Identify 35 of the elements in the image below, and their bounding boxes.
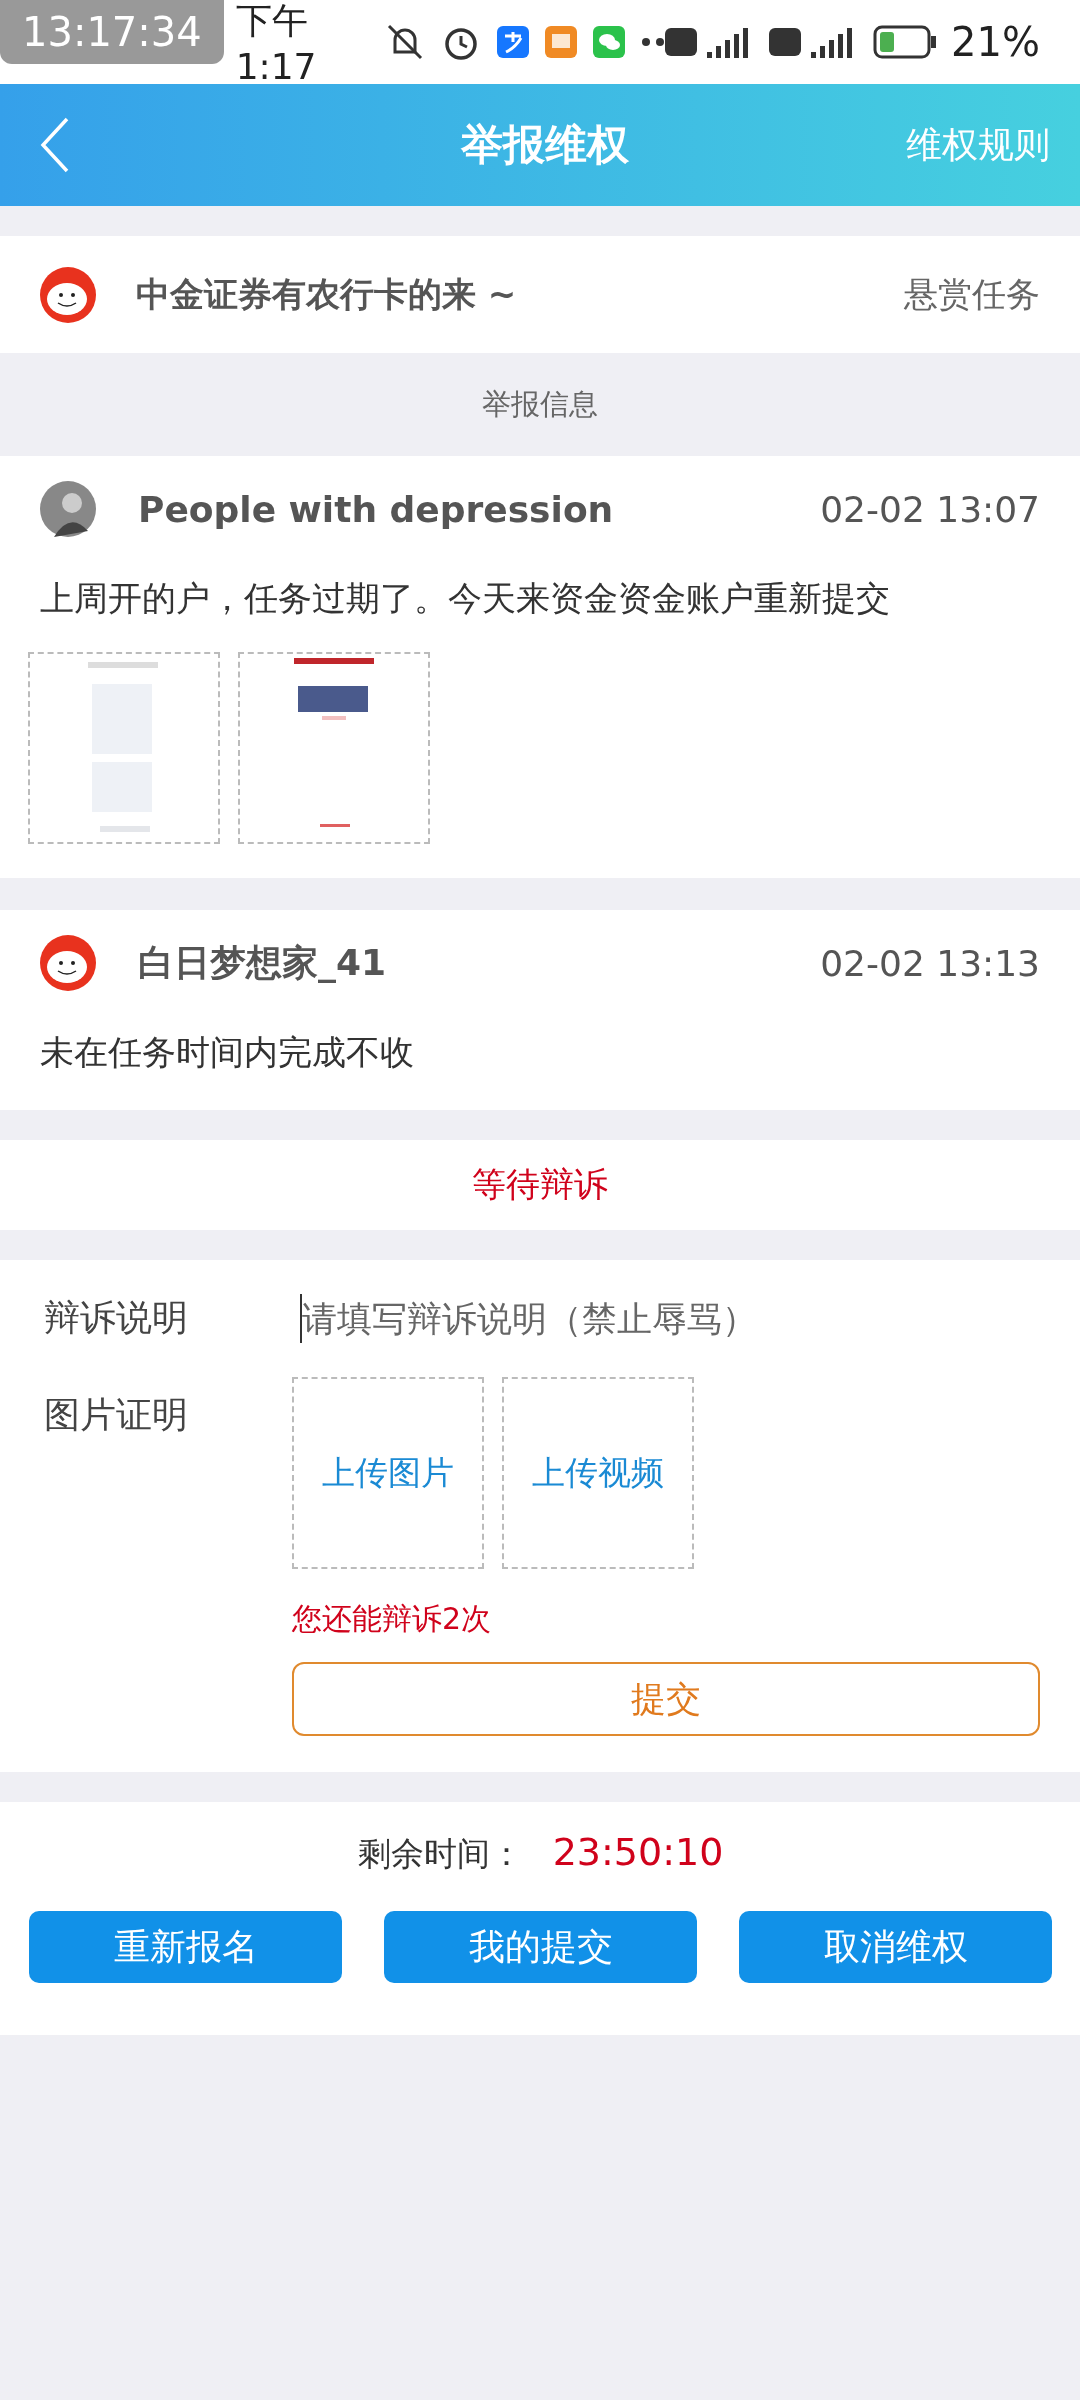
author-name: People with depression — [138, 488, 614, 530]
back-icon[interactable] — [40, 117, 70, 173]
task-type: 悬赏任务 — [904, 272, 1040, 316]
status-time: 下午1:17 — [235, 0, 318, 87]
battery-icon — [873, 25, 938, 59]
app-icon — [545, 26, 578, 58]
rules-link[interactable]: 维权规则 — [906, 120, 1050, 170]
action-button[interactable]: 我的提交 — [384, 1911, 697, 1983]
app-icon — [497, 26, 530, 58]
post-time: 02-02 13:07 — [820, 488, 1040, 530]
page-title: 举报维权 — [461, 119, 629, 171]
more-icon — [641, 37, 666, 47]
timestamp-overlay: 13:17:34 — [0, 0, 224, 64]
avatar-icon — [40, 266, 96, 323]
submit-button[interactable]: 提交 — [292, 1662, 1040, 1736]
battery-percent: 21% — [951, 19, 1040, 65]
author-name: 白日梦想家_41 — [138, 940, 387, 985]
field-label: 图片证明 — [44, 1393, 189, 1437]
task-title: 中金证券有农行卡的来 ~ — [136, 272, 517, 316]
post-text: 上周开的户，任务过期了。今天来资金资金账户重新提交 — [40, 577, 891, 620]
upload-button[interactable]: 上传视频 — [502, 1377, 694, 1569]
field-label: 辩诉说明 — [44, 1296, 189, 1340]
remaining-note: 您还能辩诉2次 — [292, 1600, 493, 1638]
upload-button[interactable]: 上传图片 — [292, 1377, 484, 1569]
post-text: 未在任务时间内完成不收 — [40, 1031, 415, 1074]
chat-app-icon — [593, 26, 626, 58]
countdown-label: 剩余时间： — [357, 1833, 523, 1875]
post-time: 02-02 13:13 — [820, 942, 1040, 984]
action-button[interactable]: 重新报名 — [29, 1911, 342, 1983]
countdown-value: 23:50:10 — [552, 1830, 724, 1874]
dispute-status: 等待辩诉 — [0, 1140, 1080, 1230]
avatar-icon — [40, 481, 96, 537]
action-button[interactable]: 取消维权 — [739, 1911, 1052, 1983]
section-title: 举报信息 — [481, 385, 599, 423]
avatar-icon — [40, 935, 96, 991]
